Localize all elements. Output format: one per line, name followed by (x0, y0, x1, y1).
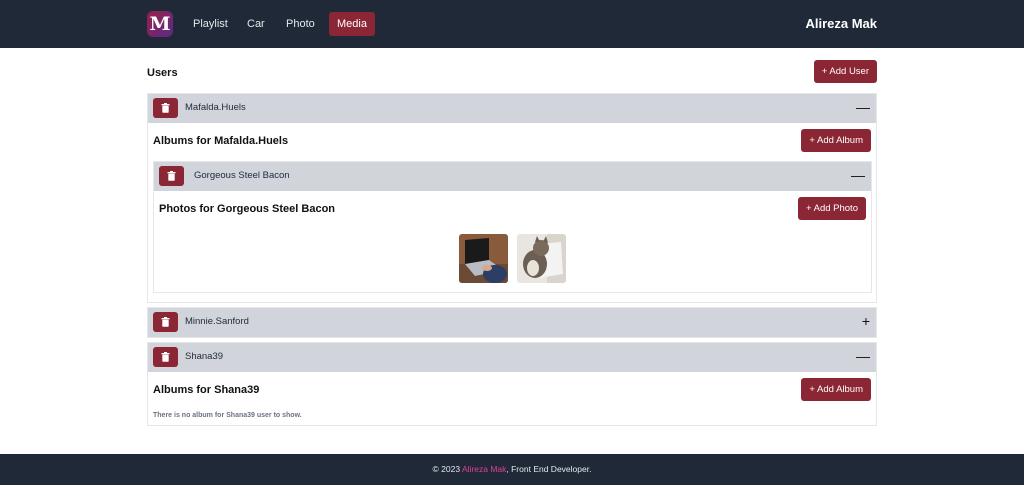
user-accordion-minnie: Minnie.Sanford + (147, 307, 877, 338)
footer-author-link[interactable]: Alireza Mak (462, 464, 506, 474)
collapse-icon[interactable]: — (856, 348, 870, 364)
trash-icon (161, 103, 170, 113)
collapse-icon[interactable]: — (851, 167, 865, 183)
album-name: Gorgeous Steel Bacon (194, 170, 290, 181)
footer: © 2023 Alireza Mak, Front End Developer. (0, 454, 1024, 485)
album-header[interactable]: Gorgeous Steel Bacon — (154, 162, 871, 191)
brand-name: Alireza Mak (805, 16, 877, 31)
navbar: M Playlist Car Photo Media Alireza Mak (0, 0, 1024, 48)
add-album-button[interactable]: + Add Album (801, 378, 871, 401)
add-album-button[interactable]: + Add Album (801, 129, 871, 152)
user-name: Shana39 (185, 351, 224, 362)
user-header[interactable]: Shana39 — (148, 343, 876, 372)
delete-user-button[interactable] (153, 98, 178, 118)
add-user-button[interactable]: + Add User (813, 60, 877, 83)
user-body: Albums for Shana39 + Add Album There is … (148, 372, 876, 425)
expand-icon[interactable]: + (862, 313, 870, 329)
user-accordion-shana: Shana39 — Albums for Shana39 + Add Album… (147, 342, 877, 426)
delete-user-button[interactable] (153, 312, 178, 332)
collapse-icon[interactable]: — (856, 99, 870, 115)
album-accordion: Gorgeous Steel Bacon — Photos for Gorgeo… (153, 161, 872, 293)
user-accordion-mafalda: Mafalda.Huels — Albums for Mafalda.Huels… (147, 93, 877, 303)
users-header: Users + Add User (147, 60, 877, 84)
photo-grid (154, 234, 871, 283)
users-title: Users (147, 67, 178, 79)
trash-icon (161, 317, 170, 327)
delete-user-button[interactable] (153, 347, 178, 367)
trash-icon (161, 352, 170, 362)
albums-title: Albums for Mafalda.Huels (153, 135, 289, 147)
nav-link-media[interactable]: Media (329, 12, 375, 36)
photos-title: Photos for Gorgeous Steel Bacon (159, 203, 336, 215)
footer-prefix: © 2023 (432, 464, 462, 474)
user-header[interactable]: Mafalda.Huels — (148, 94, 876, 123)
albums-title: Albums for Shana39 (153, 384, 260, 396)
trash-icon (167, 171, 176, 181)
cat-photo[interactable] (517, 234, 566, 283)
nav-link-car[interactable]: Car (239, 12, 273, 36)
logo[interactable]: M (147, 11, 173, 37)
laptop-photo[interactable] (459, 234, 508, 283)
add-photo-button[interactable]: + Add Photo (797, 197, 866, 220)
user-header[interactable]: Minnie.Sanford + (148, 308, 876, 337)
footer-suffix: , Front End Developer. (506, 464, 592, 474)
empty-albums-message: There is no album for Shana39 user to sh… (153, 412, 302, 419)
user-name: Minnie.Sanford (185, 316, 249, 327)
user-body: Albums for Mafalda.Huels + Add Album Gor… (148, 123, 876, 302)
nav-link-photo[interactable]: Photo (278, 12, 323, 36)
album-body: Photos for Gorgeous Steel Bacon + Add Ph… (154, 191, 871, 292)
user-name: Mafalda.Huels (185, 102, 246, 113)
nav-link-playlist[interactable]: Playlist (185, 12, 236, 36)
delete-album-button[interactable] (159, 166, 184, 186)
